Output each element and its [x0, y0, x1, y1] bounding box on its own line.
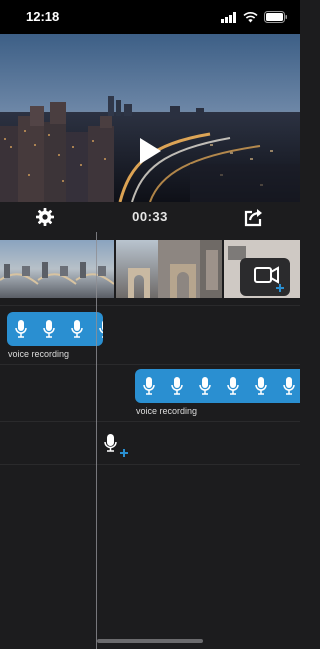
track-divider: [0, 305, 300, 306]
add-audio-button[interactable]: [103, 432, 133, 460]
play-icon: [136, 136, 164, 166]
status-icons: [221, 10, 288, 28]
share-button[interactable]: [243, 206, 265, 228]
microphone-icon: [275, 372, 300, 400]
audio-clip-1[interactable]: [7, 312, 103, 346]
microphone-icon: [35, 315, 63, 343]
track-divider: [0, 464, 300, 465]
battery-icon: [264, 10, 288, 28]
share-icon: [243, 209, 265, 232]
preview-frame-image: [0, 34, 300, 202]
video-track[interactable]: [0, 240, 300, 298]
home-indicator[interactable]: [97, 639, 203, 643]
add-video-button[interactable]: [240, 258, 290, 296]
audio-clip-2-label: voice recording: [136, 406, 198, 416]
editor-toolbar: 00:33: [0, 202, 300, 232]
microphone-icon: [163, 372, 191, 400]
microphone-plus-icon: [103, 434, 133, 464]
audio-clip-1-label: voice recording: [8, 349, 70, 359]
status-time: 12:18: [26, 9, 60, 24]
thumbnail-arch: [116, 240, 222, 298]
signal-icon: [221, 10, 237, 28]
audio-clip-2[interactable]: [135, 369, 300, 403]
microphone-icon: [247, 372, 275, 400]
track-divider: [0, 364, 300, 365]
track-divider: [0, 421, 300, 422]
wifi-icon: [243, 10, 258, 28]
microphone-icon: [7, 315, 35, 343]
video-preview[interactable]: [0, 34, 300, 202]
microphone-icon: [91, 315, 103, 343]
microphone-icon: [191, 372, 219, 400]
timeline[interactable]: voice recording voice recording: [0, 232, 300, 649]
video-camera-plus-icon: [240, 266, 290, 298]
playhead[interactable]: [96, 232, 97, 649]
play-button[interactable]: [136, 136, 164, 166]
microphone-icon: [135, 372, 163, 400]
microphone-icon: [219, 372, 247, 400]
status-bar: 12:18: [0, 0, 300, 34]
microphone-icon: [63, 315, 91, 343]
